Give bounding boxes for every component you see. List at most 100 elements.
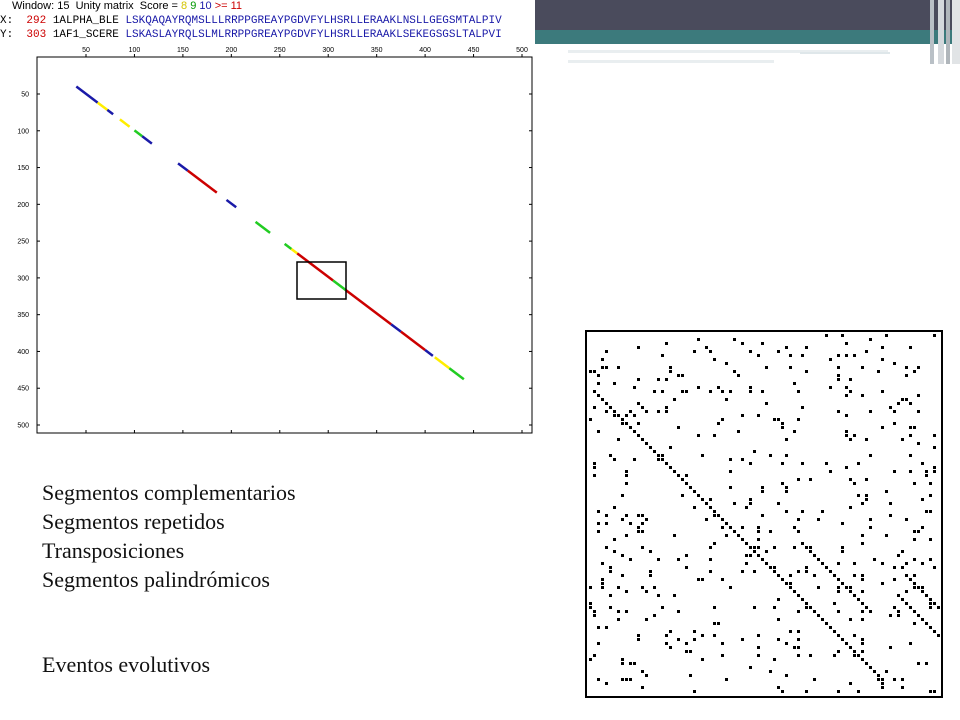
matrix-dot (773, 606, 776, 609)
matrix-dot (781, 578, 784, 581)
matrix-dot (593, 610, 596, 613)
matrix-dot (693, 506, 696, 509)
matrix-dot (709, 506, 712, 509)
matrix-dot (737, 430, 740, 433)
matrix-dot (789, 582, 792, 585)
matrix-dot (837, 578, 840, 581)
matrix-dot (665, 378, 668, 381)
decorative-bar (952, 0, 960, 64)
matrix-dot (789, 630, 792, 633)
matrix-dot (753, 450, 756, 453)
matrix-dot (589, 418, 592, 421)
matrix-dot (817, 614, 820, 617)
matrix-dot (765, 402, 768, 405)
evolutionary-events-label: Eventos evolutivos (42, 652, 211, 677)
matrix-dot (685, 554, 688, 557)
y-tick-label: 200 (17, 202, 29, 209)
matrix-dot (605, 546, 608, 549)
matrix-dot (841, 546, 844, 549)
matrix-dot (693, 490, 696, 493)
matrix-dot (913, 558, 916, 561)
matrix-dot (681, 374, 684, 377)
matrix-dot (777, 350, 780, 353)
matrix-dot (905, 562, 908, 565)
matrix-dot (721, 418, 724, 421)
matrix-dot (637, 402, 640, 405)
matrix-dot (861, 574, 864, 577)
matrix-dot (893, 566, 896, 569)
matrix-dot (621, 658, 624, 661)
matrix-dot (601, 398, 604, 401)
matrix-dot (729, 390, 732, 393)
matrix-dot (593, 466, 596, 469)
matrix-dot (589, 586, 592, 589)
matrix-dot (793, 546, 796, 549)
x-sequence-name: 1ALPHA_BLE (52, 15, 119, 27)
matrix-dot (901, 598, 904, 601)
matrix-dot (681, 478, 684, 481)
matrix-dot (825, 334, 828, 337)
matrix-dot (649, 570, 652, 573)
matrix-dot (933, 334, 936, 337)
matrix-dot (633, 386, 636, 389)
matrix-dot (685, 650, 688, 653)
matrix-dot (885, 490, 888, 493)
matrix-dot (889, 502, 892, 505)
matrix-dot (597, 642, 600, 645)
matrix-dot (913, 574, 916, 577)
matrix-dot (833, 574, 836, 577)
x-tick-label: 300 (322, 47, 334, 54)
matrix-dot (637, 526, 640, 529)
matrix-dot (761, 490, 764, 493)
dot-plot-canvas: 50 100 150 200 250 300 350 400 450 500 50 100 150 200… (17, 47, 533, 434)
matrix-dot (877, 678, 880, 681)
matrix-dot (761, 514, 764, 517)
matrix-dot (601, 578, 604, 581)
decorative-bar (930, 0, 934, 64)
matrix-dot (869, 410, 872, 413)
matrix-dot (621, 494, 624, 497)
matrix-dot (857, 654, 860, 657)
matrix-dot (681, 390, 684, 393)
matrix-dot (685, 390, 688, 393)
matrix-dot (677, 374, 680, 377)
y-tick-label: 500 (17, 423, 29, 430)
matrix-dot (785, 486, 788, 489)
matrix-dot (837, 650, 840, 653)
matrix-dot (797, 530, 800, 533)
matrix-dot (837, 366, 840, 369)
y-sequence-row: Y: 303 1AF1_SCERE LSKASLAYRQLSLMLRRPPGRE… (0, 29, 502, 41)
matrix-dot (757, 414, 760, 417)
matrix-dot (789, 574, 792, 577)
matrix-dot (733, 338, 736, 341)
x-axis-tag: X: (0, 15, 14, 27)
matrix-dot (673, 470, 676, 473)
matrix-dot (929, 690, 932, 693)
matrix-dot (693, 350, 696, 353)
matrix-dot (893, 410, 896, 413)
matrix-dot (805, 570, 808, 573)
matrix-dot (713, 606, 716, 609)
y-sequence: LSKASLAYRQLSLMLRRPPGREAYPGDVFYLHSRLLERAA… (125, 29, 502, 41)
matrix-dot (913, 622, 916, 625)
matrix-dot (597, 522, 600, 525)
matrix-dot (749, 462, 752, 465)
matrix-dot (913, 426, 916, 429)
score-10-label: 10 (199, 0, 212, 12)
matrix-dot (841, 334, 844, 337)
matrix-dot (745, 542, 748, 545)
matrix-dot (765, 366, 768, 369)
matrix-dot (785, 642, 788, 645)
matrix-dot (757, 554, 760, 557)
matrix-dot (613, 414, 616, 417)
matrix-dot (645, 410, 648, 413)
matrix-dot (745, 562, 748, 565)
matrix-dot (749, 390, 752, 393)
matrix-dot (729, 458, 732, 461)
matrix-dot (601, 582, 604, 585)
matrix-dot (745, 506, 748, 509)
matrix-dot (669, 646, 672, 649)
matrix-dot (837, 562, 840, 565)
matrix-dot (809, 478, 812, 481)
matrix-dot (641, 522, 644, 525)
